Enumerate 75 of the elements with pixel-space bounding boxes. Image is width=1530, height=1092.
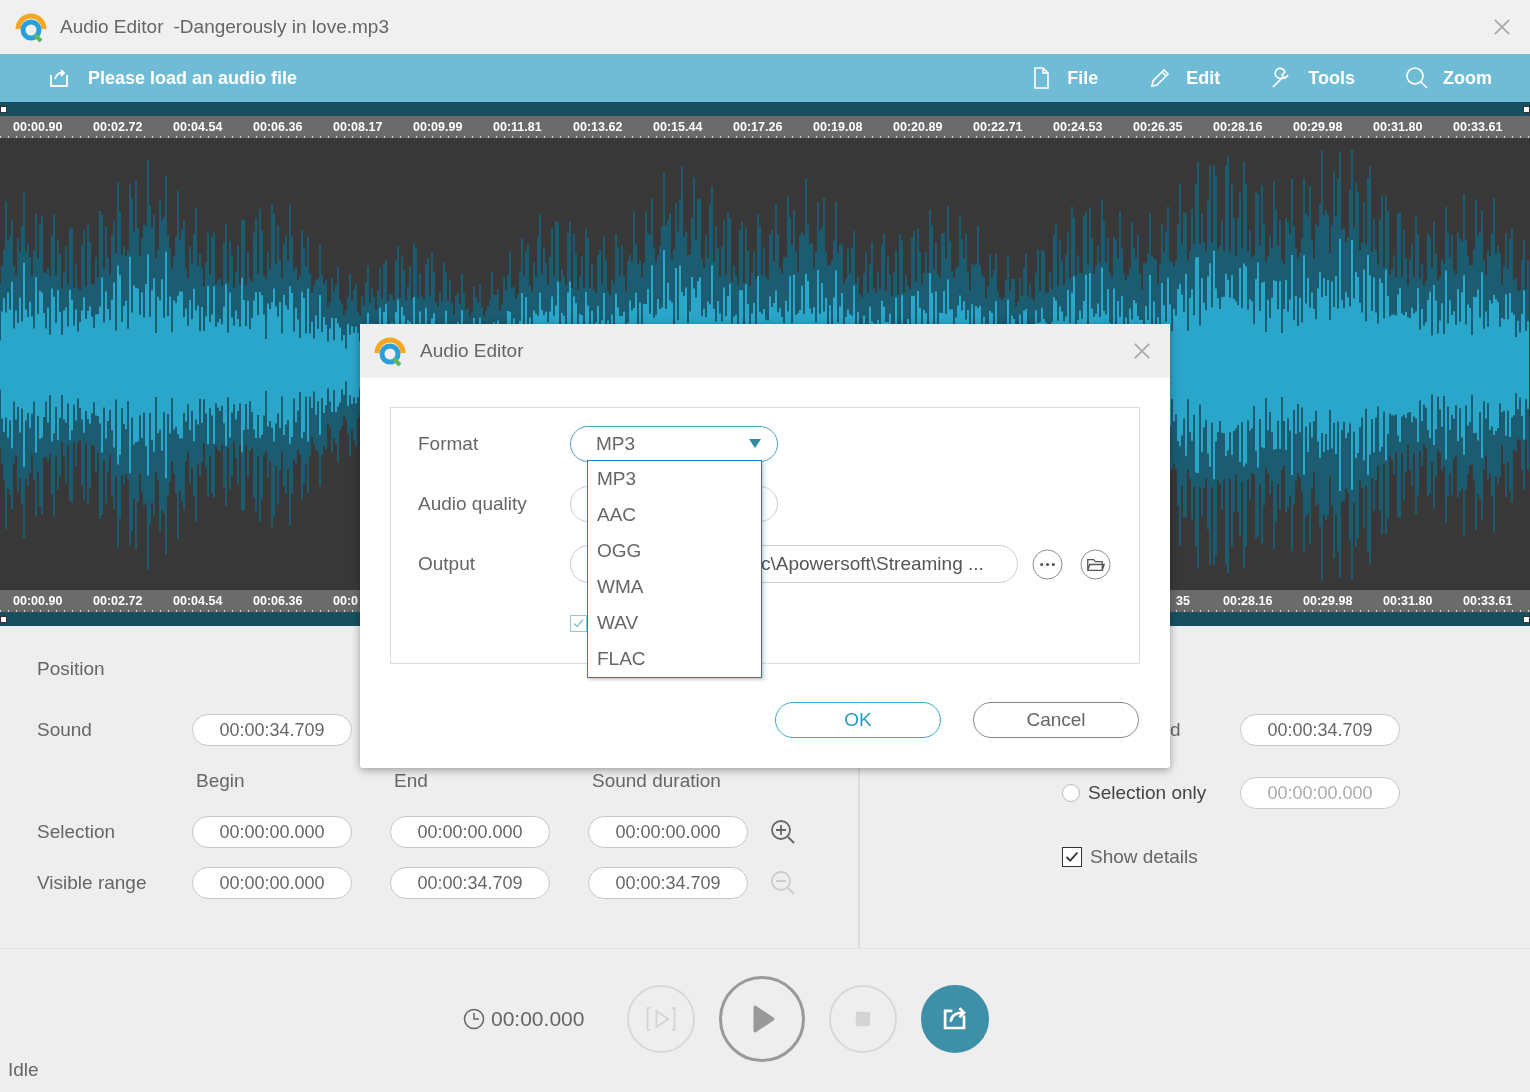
time-label: 00:00.90 <box>12 119 64 136</box>
time-label: 00:20.89 <box>892 119 944 136</box>
more-icon[interactable] <box>1032 548 1063 580</box>
window-title: Audio Editor <box>60 16 164 38</box>
time-label: 00:00.90 <box>12 593 64 610</box>
time-label: 00:11.81 <box>492 119 543 136</box>
checkbox-label: Show details <box>1090 846 1198 868</box>
row-label: Selection <box>37 821 117 843</box>
column-header: Begin <box>195 770 246 792</box>
time-field[interactable]: 00:00:34.709 <box>1240 714 1400 746</box>
time-label: 00:08.17 <box>332 119 384 136</box>
caret-icon <box>749 439 761 449</box>
time-field[interactable]: 00:00:00.000 <box>192 867 352 899</box>
column-header: Sound duration <box>591 770 722 792</box>
sound-label: Sound <box>37 719 93 741</box>
search-icon <box>1405 66 1429 90</box>
field-label: d <box>1170 719 1181 741</box>
time-field[interactable]: 00:00:34.709 <box>192 714 352 746</box>
radio-label: Selection only <box>1088 782 1207 804</box>
format-option[interactable]: AAC <box>588 497 761 533</box>
time-label: 00:24.53 <box>1052 119 1104 136</box>
format-option[interactable]: MP3 <box>588 461 761 497</box>
format-dropdown[interactable]: MP3 <box>570 426 778 462</box>
row-label: Visible range <box>37 872 148 894</box>
time-label: 00:02.72 <box>92 119 144 136</box>
time-field[interactable]: 00:00:34.709 <box>588 867 748 899</box>
status-text: Idle <box>8 1059 39 1081</box>
time-label: 00:22.71 <box>972 119 1024 136</box>
position-label: Position <box>37 658 106 680</box>
time-label: 00:29.98 <box>1292 119 1344 136</box>
time-label: 00:13.62 <box>572 119 624 136</box>
time-label: 00:04.54 <box>172 119 224 136</box>
time-label: 00:33.61 <box>1452 119 1504 136</box>
resize-handle[interactable] <box>1523 105 1530 113</box>
format-label: Format <box>418 433 480 455</box>
resize-handle[interactable] <box>0 105 7 113</box>
time-label: 00:0 <box>332 593 360 610</box>
time-label: 00:31.80 <box>1372 119 1424 136</box>
time-display: 00:00.000 <box>491 1007 585 1031</box>
format-option[interactable]: FLAC <box>588 641 761 677</box>
time-label: 00:19.08 <box>812 119 864 136</box>
checkbox[interactable] <box>1062 847 1082 867</box>
time-label: 00:33.61 <box>1462 593 1514 610</box>
close-icon[interactable] <box>1493 18 1511 36</box>
clock-icon <box>463 1008 485 1030</box>
resize-handle[interactable] <box>0 615 7 623</box>
time-label: 35 <box>1175 593 1191 610</box>
time-label: 00:17.26 <box>732 119 784 136</box>
format-option[interactable]: WAV <box>588 605 761 641</box>
close-icon[interactable] <box>1133 342 1151 360</box>
column-header: End <box>393 770 429 792</box>
quality-label: Audio quality <box>418 493 528 515</box>
time-field[interactable]: 00:00:00.000 <box>192 816 352 848</box>
resize-handle[interactable] <box>1523 615 1530 623</box>
time-field[interactable]: 00:00:34.709 <box>390 867 550 899</box>
time-field[interactable]: 00:00:00.000 <box>390 816 550 848</box>
time-label: 00:28.16 <box>1222 593 1274 610</box>
time-label: 00:26.35 <box>1132 119 1184 136</box>
export-icon <box>47 66 71 90</box>
time-label: 00:28.16 <box>1212 119 1264 136</box>
time-field[interactable]: 00:00:00.000 <box>588 816 748 848</box>
folder-icon[interactable] <box>1080 548 1111 580</box>
file-name: -Dangerously in love.mp3 <box>173 16 389 38</box>
time-label: 00:31.80 <box>1382 593 1434 610</box>
time-label: 00:15.44 <box>652 119 704 136</box>
play-button[interactable] <box>719 976 806 1062</box>
time-label: 00:04.54 <box>172 593 224 610</box>
time-label: 00:09.99 <box>412 119 464 136</box>
dialog-title: Audio Editor <box>420 340 524 362</box>
time-label: 00:06.36 <box>252 593 304 610</box>
time-label: 00:29.98 <box>1302 593 1354 610</box>
zoom-in-icon[interactable] <box>770 819 796 845</box>
output-label: Output <box>418 553 477 575</box>
time-label: 00:02.72 <box>92 593 144 610</box>
time-label: 00:06.36 <box>252 119 304 136</box>
